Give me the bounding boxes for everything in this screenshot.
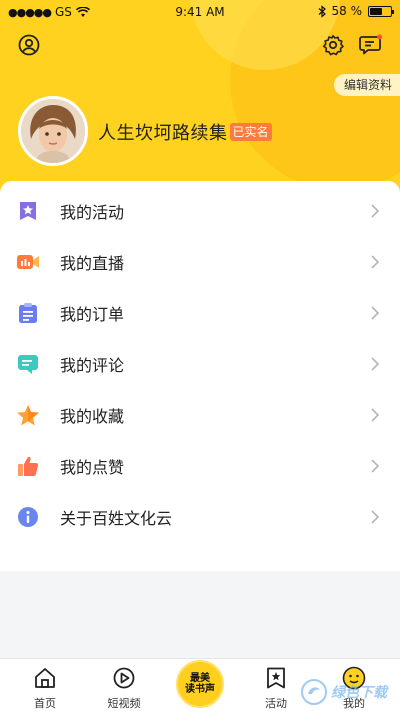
chevron-right-icon bbox=[371, 254, 380, 269]
username-row: 人生坎坷路续集 已实名 bbox=[98, 119, 272, 145]
chevron-right-icon bbox=[371, 305, 380, 320]
play-icon bbox=[111, 665, 137, 691]
menu-label: 关于百姓文化云 bbox=[60, 508, 173, 528]
menu-label: 我的点赞 bbox=[60, 457, 125, 477]
bookmark-star-icon bbox=[263, 665, 289, 691]
thumbs-up-icon bbox=[16, 454, 40, 478]
chevron-right-icon bbox=[371, 407, 380, 422]
menu-label: 我的直播 bbox=[60, 253, 125, 273]
favorite-star-icon bbox=[16, 403, 40, 427]
menu-label: 我的活动 bbox=[60, 202, 125, 222]
watermark-text: 绿色下载 bbox=[331, 685, 387, 701]
tab-home[interactable]: 首页 bbox=[15, 665, 75, 711]
center-reading-button[interactable]: 最美 读书声 bbox=[176, 660, 224, 708]
chevron-right-icon bbox=[371, 203, 380, 218]
center-label-line2: 读书声 bbox=[185, 684, 215, 695]
username: 人生坎坷路续集 bbox=[98, 123, 228, 144]
gear-icon[interactable] bbox=[320, 32, 346, 58]
menu-label: 我的收藏 bbox=[60, 406, 125, 426]
menu-card: 我的活动 我的直播 我的订单 我的评论 我的收藏 我的点赞 关于百姓文化云 bbox=[0, 181, 400, 571]
watermark: 绿色下载 bbox=[300, 677, 396, 707]
chevron-right-icon bbox=[371, 458, 380, 473]
tab-label: 短视频 bbox=[107, 697, 141, 710]
tab-activities[interactable]: 活动 bbox=[246, 665, 306, 711]
tab-label: 活动 bbox=[265, 697, 287, 710]
activity-star-icon bbox=[16, 199, 40, 223]
info-icon bbox=[16, 505, 40, 529]
menu-label: 我的评论 bbox=[60, 355, 125, 375]
menu-item-activities[interactable]: 我的活动 bbox=[0, 185, 400, 236]
tab-label: 首页 bbox=[34, 697, 56, 710]
chevron-right-icon bbox=[371, 356, 380, 371]
center-label-line1: 最美 bbox=[190, 673, 210, 684]
comment-icon bbox=[16, 352, 40, 376]
status-bar: ●●●●● GS 9:41 AM 58 % bbox=[0, 0, 400, 24]
chevron-right-icon bbox=[371, 509, 380, 524]
menu-item-about[interactable]: 关于百姓文化云 bbox=[0, 491, 400, 542]
edit-profile-button[interactable]: 编辑资料 bbox=[333, 74, 400, 96]
menu-item-comments[interactable]: 我的评论 bbox=[0, 338, 400, 389]
menu-item-likes[interactable]: 我的点赞 bbox=[0, 440, 400, 491]
home-icon bbox=[32, 665, 58, 691]
verified-badge: 已实名 bbox=[229, 123, 272, 141]
battery-percent: 58 % bbox=[331, 4, 363, 18]
menu-item-orders[interactable]: 我的订单 bbox=[0, 287, 400, 338]
watermark-logo-icon bbox=[301, 679, 327, 705]
menu-item-favorites[interactable]: 我的收藏 bbox=[0, 389, 400, 440]
menu-item-live[interactable]: 我的直播 bbox=[0, 236, 400, 287]
user-circle-icon[interactable] bbox=[16, 32, 42, 58]
live-camera-icon bbox=[16, 250, 40, 274]
message-icon[interactable] bbox=[358, 32, 384, 58]
bluetooth-icon bbox=[318, 4, 326, 18]
battery-icon bbox=[368, 5, 394, 17]
tab-short-video[interactable]: 短视频 bbox=[94, 665, 154, 711]
avatar[interactable] bbox=[18, 96, 88, 166]
menu-label: 我的订单 bbox=[60, 304, 125, 324]
order-clipboard-icon bbox=[16, 301, 40, 325]
